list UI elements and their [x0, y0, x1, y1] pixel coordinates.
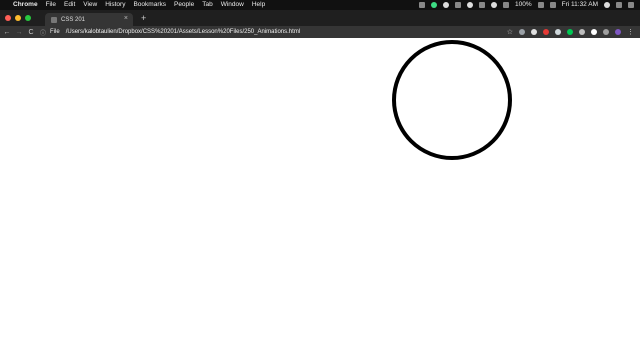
url-text[interactable]: /Users/kalobtaulien/Dropbox/CSS%20201/As…: [66, 29, 300, 35]
url-scheme: File: [50, 29, 60, 35]
search-icon[interactable]: [604, 2, 610, 8]
extensions-puzzle-icon[interactable]: [603, 29, 609, 35]
battery-icon[interactable]: [537, 2, 544, 8]
menu-help[interactable]: Help: [252, 0, 265, 10]
status-area: 100% Fri 11:32 AM: [413, 0, 634, 10]
extension-icon-2[interactable]: [531, 29, 537, 35]
tab-css-201[interactable]: CSS 201 ×: [45, 13, 133, 26]
address-bar[interactable]: ⓘ File /Users/kalobtaulien/Dropbox/CSS%2…: [40, 27, 300, 37]
menu-people[interactable]: People: [174, 0, 194, 10]
menu-edit[interactable]: Edit: [64, 0, 75, 10]
battery-percentage[interactable]: 100%: [515, 0, 532, 10]
wifi-icon[interactable]: [491, 2, 497, 8]
flag-icon[interactable]: [549, 2, 556, 8]
page-content: [0, 38, 640, 360]
animated-circle: [392, 40, 512, 160]
status-icon-3[interactable]: [443, 2, 449, 8]
menu-app-chrome[interactable]: Chrome: [13, 0, 38, 10]
browser-toolbar: ← → C ⓘ File /Users/kalobtaulien/Dropbox…: [0, 26, 640, 38]
macos-menu-bar: Chrome File Edit View History Bookmarks …: [0, 0, 640, 10]
extension-icon-1[interactable]: [519, 29, 525, 35]
window-controls: [5, 10, 35, 26]
status-icon-5[interactable]: [479, 2, 485, 8]
extension-icon-5[interactable]: [567, 29, 573, 35]
fullscreen-window-button[interactable]: [25, 15, 31, 21]
profile-avatar[interactable]: [615, 29, 621, 35]
close-window-button[interactable]: [5, 15, 11, 21]
volume-icon[interactable]: [503, 2, 509, 8]
chrome-menu-icon[interactable]: ⋮: [627, 28, 634, 36]
extension-icon-6[interactable]: [579, 29, 585, 35]
cloud-icon[interactable]: [455, 2, 461, 8]
tab-title: CSS 201: [61, 16, 86, 23]
clock[interactable]: Fri 11:32 AM: [562, 0, 598, 10]
minimize-window-button[interactable]: [15, 15, 21, 21]
menu-file[interactable]: File: [46, 0, 56, 10]
tab-strip: CSS 201 × +: [0, 10, 640, 26]
forward-button[interactable]: →: [14, 29, 24, 36]
menu-window[interactable]: Window: [221, 0, 244, 10]
bookmark-star-icon[interactable]: ☆: [507, 28, 513, 36]
info-icon[interactable]: ⓘ: [40, 28, 46, 37]
menu-view[interactable]: View: [83, 0, 97, 10]
back-button[interactable]: ←: [2, 29, 12, 36]
status-icon-1[interactable]: [419, 2, 425, 8]
extension-icon-4[interactable]: [555, 29, 561, 35]
extension-icon-3[interactable]: [543, 29, 549, 35]
toolbar-actions: ☆ ⋮: [501, 28, 634, 36]
menu-history[interactable]: History: [105, 0, 125, 10]
siri-icon[interactable]: [616, 2, 622, 8]
notification-center-icon[interactable]: [628, 2, 634, 8]
menu-bookmarks[interactable]: Bookmarks: [133, 0, 166, 10]
extension-icon-7[interactable]: [591, 29, 597, 35]
reload-button[interactable]: C: [26, 29, 36, 36]
close-tab-icon[interactable]: ×: [124, 15, 128, 22]
file-icon: [51, 16, 57, 23]
status-icon-4[interactable]: [467, 2, 473, 8]
status-icon-2[interactable]: [431, 2, 437, 8]
menu-tab[interactable]: Tab: [202, 0, 212, 10]
new-tab-button[interactable]: +: [141, 12, 146, 26]
